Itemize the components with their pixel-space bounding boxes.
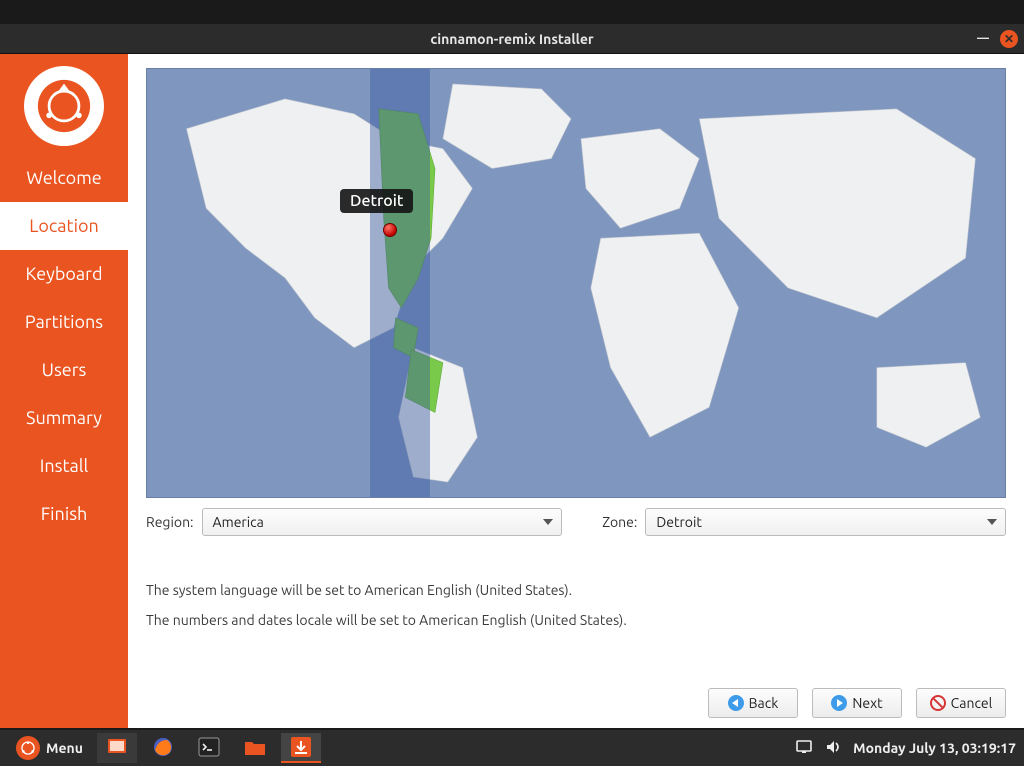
sidebar-item-users[interactable]: Users: [0, 346, 128, 394]
back-button-label: Back: [749, 695, 779, 711]
locale-numbers-text: The numbers and dates locale will be set…: [146, 612, 1006, 628]
window-title-bar: cinnamon-remix Installer — ✕: [0, 24, 1024, 54]
sound-icon[interactable]: [825, 739, 843, 758]
zone-label: Zone:: [602, 514, 637, 530]
sidebar-item-finish[interactable]: Finish: [0, 490, 128, 538]
taskbar-firefox[interactable]: [143, 733, 183, 763]
minimize-icon[interactable]: —: [974, 30, 992, 48]
taskbar-terminal[interactable]: [189, 733, 229, 763]
menu-label: Menu: [46, 740, 83, 756]
desktop-top-bar: [0, 0, 1024, 24]
cancel-button-label: Cancel: [951, 695, 993, 711]
taskbar-files[interactable]: [235, 733, 275, 763]
timezone-map[interactable]: Detroit: [146, 68, 1006, 498]
network-icon[interactable]: [795, 739, 815, 758]
next-button[interactable]: Next: [812, 688, 902, 718]
cancel-icon: [930, 695, 946, 711]
start-menu-button[interactable]: Menu: [8, 733, 91, 763]
start-menu-icon: [16, 736, 40, 760]
arrow-right-icon: [831, 695, 847, 711]
region-combobox[interactable]: America: [202, 508, 563, 536]
arrow-left-icon: [728, 695, 744, 711]
taskbar-clock[interactable]: Monday July 13, 03:19:17: [853, 740, 1016, 756]
zone-combobox[interactable]: Detroit: [645, 508, 1006, 536]
installer-content: Detroit Region: America Zone: Detroit Th…: [128, 54, 1024, 728]
sidebar-item-partitions[interactable]: Partitions: [0, 298, 128, 346]
map-pin-icon: [383, 223, 397, 237]
close-icon[interactable]: ✕: [1000, 30, 1018, 48]
sidebar-item-install[interactable]: Install: [0, 442, 128, 490]
desktop-taskbar: Menu Monday July 13, 03:19:17: [0, 728, 1024, 766]
zone-combobox-value: Detroit: [656, 514, 702, 530]
sidebar-item-summary[interactable]: Summary: [0, 394, 128, 442]
map-city-label: Detroit: [340, 189, 413, 213]
window-title: cinnamon-remix Installer: [430, 31, 593, 47]
sidebar-item-keyboard[interactable]: Keyboard: [0, 250, 128, 298]
timezone-band: [370, 69, 430, 497]
installer-sidebar: Welcome Location Keyboard Partitions Use…: [0, 54, 128, 728]
sidebar-item-location[interactable]: Location: [0, 202, 128, 250]
next-button-label: Next: [852, 695, 882, 711]
chevron-down-icon: [987, 519, 997, 525]
sidebar-item-welcome[interactable]: Welcome: [0, 154, 128, 202]
cancel-button[interactable]: Cancel: [916, 688, 1006, 718]
region-combobox-value: America: [213, 514, 264, 530]
chevron-down-icon: [543, 519, 553, 525]
taskbar-installer[interactable]: [281, 733, 321, 763]
system-language-text: The system language will be set to Ameri…: [146, 582, 1006, 598]
back-button[interactable]: Back: [708, 688, 798, 718]
region-label: Region:: [146, 514, 194, 530]
taskbar-show-desktop[interactable]: [97, 733, 137, 763]
distro-logo-icon: [24, 66, 104, 146]
